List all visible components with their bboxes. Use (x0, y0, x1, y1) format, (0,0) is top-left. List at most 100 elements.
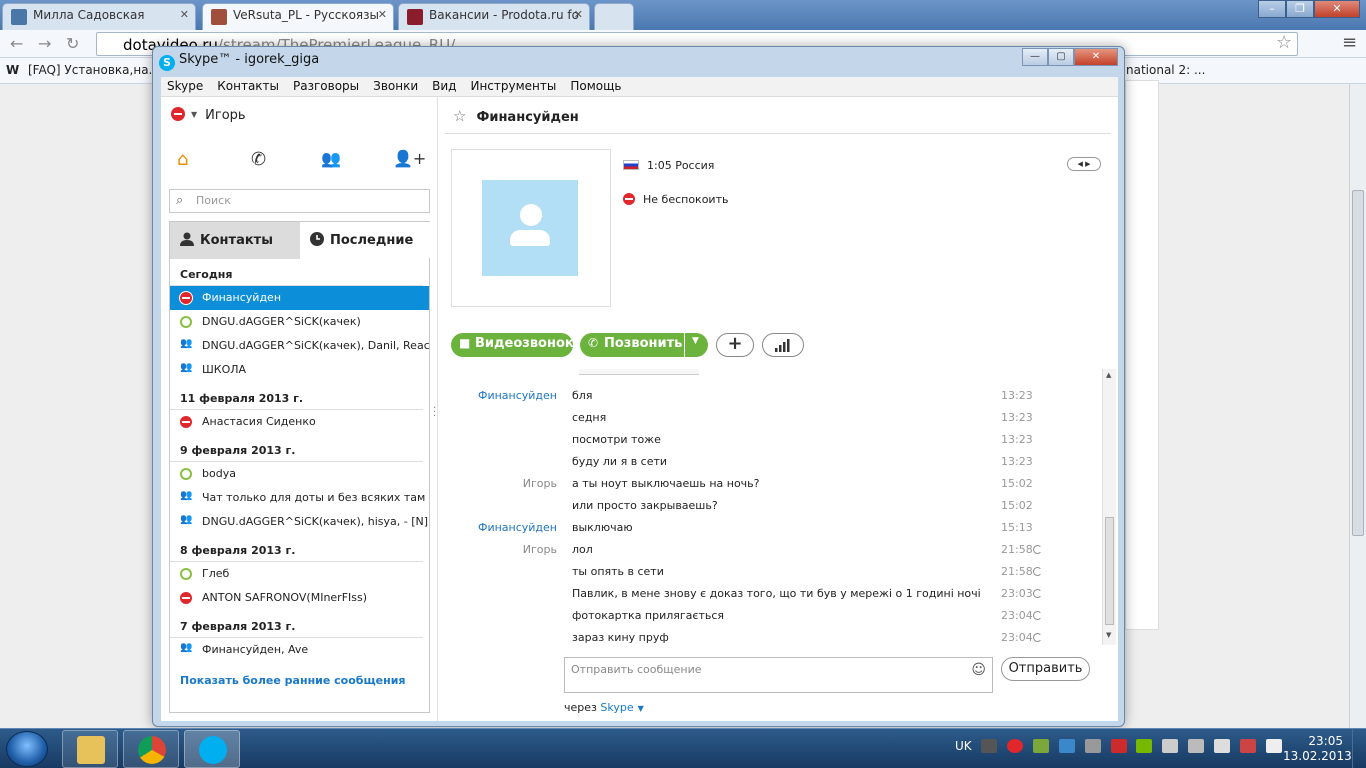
conversation-item[interactable]: bodya (170, 462, 429, 486)
new-tab-button[interactable] (594, 3, 634, 30)
flag-icon[interactable] (1239, 739, 1256, 753)
scroll-down-icon[interactable]: ▼ (1106, 631, 1111, 639)
signal-icon[interactable] (1213, 739, 1230, 753)
add-contact-icon[interactable]: 👤+ (393, 149, 426, 168)
bookmark-item[interactable]: [FAQ] Установка,на... (28, 63, 160, 77)
stream-avatar-icon (211, 9, 227, 25)
scrollbar-thumb[interactable] (1352, 190, 1364, 536)
web-page-card (1125, 80, 1159, 630)
close-icon[interactable]: ✕ (1314, 0, 1360, 18)
send-button[interactable]: Отправить (1001, 657, 1090, 681)
conversation-item[interactable]: Финансуйден (170, 286, 429, 310)
reload-icon[interactable]: ↻ (66, 34, 79, 53)
busy-status-icon (171, 107, 185, 121)
back-icon[interactable]: ← (10, 34, 23, 53)
video-call-button[interactable]: ■ Видеозвонок (451, 333, 574, 357)
conversation-item[interactable]: 👥 DNGU.dAGGER^SiCK(качек), hisya, - [N] -… (170, 510, 429, 534)
conversation-item[interactable]: 👥 Чат только для доты и без всяких там (170, 486, 429, 510)
tab-recent[interactable]: Последние (300, 222, 430, 259)
close-tab-icon[interactable]: ✕ (574, 8, 583, 21)
bookmark-star-icon[interactable]: ☆ (1276, 32, 1292, 53)
skype-taskbar-button[interactable] (184, 730, 240, 768)
home-icon[interactable]: ⌂ (177, 149, 188, 170)
chat-scrollbar[interactable]: ▲ ▼ (1102, 369, 1116, 645)
nvidia-icon[interactable] (1136, 739, 1153, 753)
message-input[interactable]: Отправить сообщение ☺ (564, 657, 993, 693)
favorite-star-icon[interactable]: ☆ (453, 107, 466, 125)
show-earlier-messages-link[interactable]: Показать более ранние сообщения (170, 662, 429, 687)
message-text: седня (572, 411, 607, 424)
close-tab-icon[interactable]: ✕ (378, 8, 387, 21)
conversation-item[interactable]: Глеб (170, 562, 429, 586)
message-time: 21:58 (1001, 565, 1033, 578)
bookmark-item[interactable]: national 2: ... (1126, 63, 1205, 77)
message-author: Игорь (522, 477, 557, 490)
conversation-item[interactable]: ANTON SAFRONOV(MInerFIss) (170, 586, 429, 610)
bluetooth-icon[interactable] (1162, 739, 1179, 753)
call-options-dropdown[interactable]: ▼ (685, 333, 708, 357)
russia-flag-icon (623, 160, 639, 170)
search-input[interactable]: ⌕ Поиск (169, 189, 430, 213)
menu-calls[interactable]: Звонки (373, 77, 425, 96)
maximize-icon[interactable]: ▢ (1048, 48, 1074, 66)
busy-status-icon (623, 193, 635, 205)
usb-icon[interactable] (1188, 739, 1205, 753)
minimize-icon[interactable]: — (1022, 48, 1048, 66)
conversation-item[interactable]: DNGU.dAGGER^SiCK(качек) (170, 310, 429, 334)
via-service-selector[interactable]: через Skype ▼ (564, 701, 644, 714)
browser-tab-1[interactable]: Милла Садовская ✕ (2, 3, 196, 30)
scroll-up-icon[interactable]: ▲ (1106, 371, 1111, 379)
panel-splitter-handle[interactable]: · · · (433, 404, 436, 422)
chrome-taskbar-button[interactable] (123, 730, 179, 768)
skype-tray-icon[interactable] (1007, 739, 1024, 753)
menu-view[interactable]: Вид (432, 77, 463, 96)
away-status-icon (180, 568, 192, 580)
menu-tools[interactable]: Инструменты (470, 77, 563, 96)
chrome-icon (138, 736, 166, 764)
menu-skype[interactable]: Skype (167, 77, 210, 96)
audio-tray-icon[interactable] (1084, 739, 1101, 753)
group-icon[interactable]: 👥 (321, 149, 341, 168)
minimize-icon[interactable]: – (1258, 0, 1286, 18)
scrollbar-thumb[interactable] (1105, 517, 1114, 625)
browser-tab-2[interactable]: VeRsuta_PL - Русскоязы ✕ (202, 3, 394, 30)
browser-tab-3[interactable]: Вакансии - Prodota.ru fo ✕ (398, 3, 590, 30)
start-button[interactable] (6, 731, 48, 767)
steam-icon[interactable] (981, 739, 998, 753)
call-quality-button[interactable] (762, 333, 804, 357)
user-status[interactable]: ▼ Игорь (171, 107, 246, 123)
menu-help[interactable]: Помощь (570, 77, 628, 96)
call-button[interactable]: ✆ Позвонить (580, 333, 684, 357)
antivirus-icon[interactable] (1110, 739, 1127, 753)
language-indicator[interactable]: UK (955, 739, 972, 753)
add-to-call-button[interactable]: + (716, 333, 754, 357)
conversation-name: bodya (202, 467, 236, 480)
chrome-menu-icon[interactable]: ≡ (1342, 32, 1357, 53)
conversation-panel: ☆ Финансуйден 1:05 Россия Не беспокоить ◀… (439, 97, 1118, 721)
tab-recent-label: Последние (330, 233, 414, 248)
forward-icon[interactable]: → (38, 34, 51, 53)
phone-icon[interactable]: ✆ (251, 149, 266, 170)
profile-pager[interactable]: ◀ ▶ (1067, 157, 1101, 171)
show-desktop-button[interactable] (1352, 729, 1366, 768)
volume-icon[interactable] (1265, 739, 1282, 753)
emoticon-icon[interactable]: ☺ (971, 662, 986, 678)
menu-contacts[interactable]: Контакты (217, 77, 286, 96)
conversation-item[interactable]: 👥 DNGU.dAGGER^SiCK(качек), Danil, Reactiv… (170, 334, 429, 358)
message-author: Финансуйден (477, 389, 557, 402)
app-tray-icon[interactable] (1033, 739, 1050, 753)
maximize-icon[interactable]: ❐ (1286, 0, 1314, 18)
conversation-item[interactable]: Анастасия Сиденко (170, 410, 429, 434)
page-scrollbar[interactable] (1349, 84, 1366, 728)
explorer-taskbar-button[interactable] (62, 730, 118, 768)
network-tray-icon[interactable] (1058, 739, 1075, 753)
close-tab-icon[interactable]: ✕ (180, 8, 189, 21)
conversation-item[interactable]: 👥 ШКОЛА (170, 358, 429, 382)
message-time: 15:02 (1001, 499, 1033, 512)
message-text: а ты ноут выключаешь на ночь? (572, 477, 760, 490)
close-icon[interactable]: ✕ (1074, 48, 1118, 66)
conversation-item[interactable]: 👥 Финансуйден, Ave (170, 638, 429, 662)
menu-conversations[interactable]: Разговоры (293, 77, 366, 96)
tab-contacts[interactable]: Контакты (170, 222, 300, 259)
system-clock[interactable]: 23:05 13.02.2013 (1283, 734, 1352, 764)
